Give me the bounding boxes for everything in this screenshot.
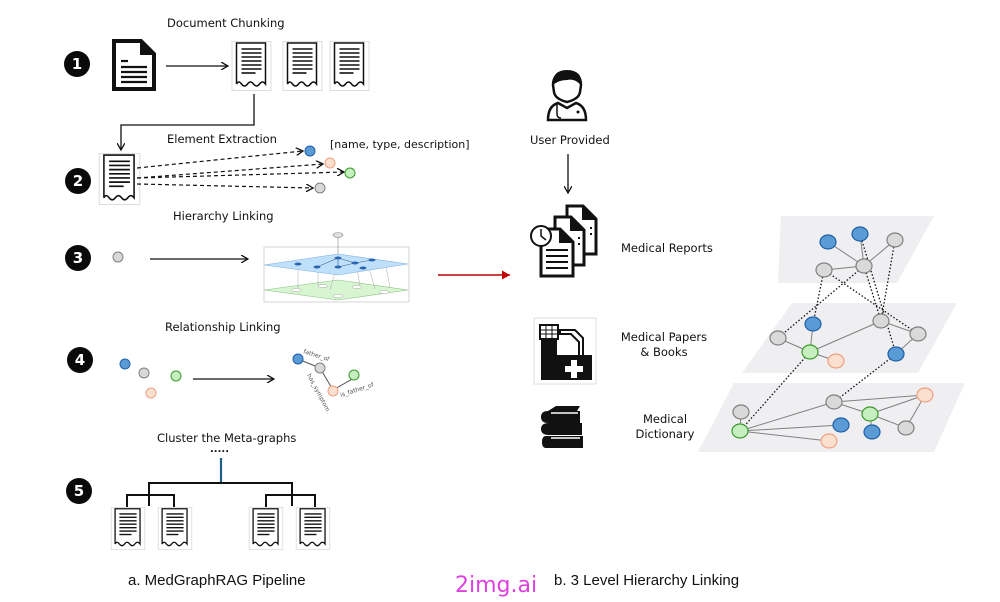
entity-node-gray xyxy=(314,182,326,194)
rel-input-node-orange xyxy=(145,387,157,399)
graph-node xyxy=(916,387,934,403)
chunk-to-extraction-connector xyxy=(121,94,255,150)
rel-node-green xyxy=(348,369,360,381)
cluster-chunk-3 xyxy=(248,507,284,550)
graph-node xyxy=(732,404,750,420)
graph-node xyxy=(909,326,927,342)
cluster-chunk-4 xyxy=(295,507,331,550)
graph-node xyxy=(731,423,749,439)
graph-node xyxy=(769,330,787,346)
graph-node xyxy=(897,420,915,436)
extraction-chunk-icon xyxy=(98,153,141,205)
graph-node xyxy=(887,346,905,362)
rel-node-blue xyxy=(292,353,304,365)
graph-node xyxy=(855,258,873,274)
cluster-chunk-2 xyxy=(157,507,193,550)
graph-node xyxy=(886,232,904,248)
relation-is-father-of: is_father_of xyxy=(339,381,375,399)
cluster-tree xyxy=(126,458,316,514)
entity-node-blue xyxy=(304,145,316,157)
graph-node xyxy=(804,316,822,332)
graph-node xyxy=(815,262,833,278)
graph-node xyxy=(863,424,881,440)
medical-reports-icon xyxy=(530,204,598,278)
chunk-icon-2 xyxy=(282,41,323,91)
relation-has-symptom: has_symptom xyxy=(305,373,331,413)
diagram-canvas: father_of has_symptom is_father_of xyxy=(98,39,965,550)
graph-node xyxy=(827,353,845,369)
doctor-icon xyxy=(546,70,588,122)
relation-father-of: father_of xyxy=(302,348,331,363)
medical-papers-icon xyxy=(533,317,597,385)
graph-node xyxy=(832,417,850,433)
chunk-icon-3 xyxy=(329,41,370,91)
graph-node xyxy=(861,406,879,422)
graph-node xyxy=(801,344,819,360)
medical-dictionary-icon xyxy=(541,406,583,448)
hierarchy-input-node xyxy=(112,251,124,263)
entity-node-orange xyxy=(324,157,336,169)
rel-input-node-blue xyxy=(119,358,131,370)
rel-node-orange xyxy=(327,385,339,397)
relationship-graph: father_of has_symptom is_father_of xyxy=(292,348,375,413)
extraction-arrows xyxy=(136,151,344,188)
cluster-chunk-1 xyxy=(110,507,146,550)
entity-node-green xyxy=(344,167,356,179)
hierarchy-layers-graphic xyxy=(263,232,410,303)
graph-node xyxy=(819,234,837,250)
graph-node xyxy=(820,433,838,449)
graph-node xyxy=(825,394,843,410)
rel-node-gray xyxy=(314,362,326,374)
chunk-icon-1 xyxy=(231,41,272,91)
graph-node xyxy=(872,313,890,329)
rel-input-node-green xyxy=(170,370,182,382)
graph-node xyxy=(851,226,869,242)
rel-input-node-gray xyxy=(138,367,150,379)
document-icon xyxy=(112,39,156,91)
